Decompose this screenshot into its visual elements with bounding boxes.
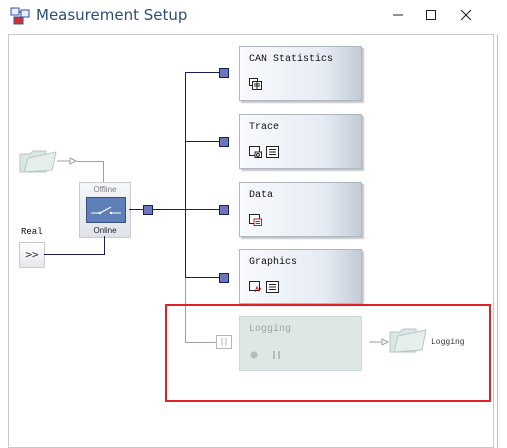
block-label: Data (249, 190, 274, 201)
graphics-config-icon[interactable] (266, 281, 279, 293)
can-statistics-port[interactable] (219, 68, 229, 78)
switch-icon (91, 206, 121, 215)
switch-output-wire (129, 209, 144, 210)
bus-wire (153, 209, 185, 210)
maximize-icon[interactable] (419, 4, 443, 26)
close-icon[interactable] (454, 4, 478, 26)
minimize-icon[interactable] (386, 4, 410, 26)
graphics-block[interactable]: Graphics (239, 249, 362, 304)
data-wire (185, 209, 219, 210)
block-label: Graphics (249, 257, 298, 268)
block-label: CAN Statistics (249, 54, 334, 65)
graphics-wire (185, 277, 219, 278)
offline-label: Offline (93, 185, 117, 194)
real-label: Real (21, 227, 43, 237)
online-label: Online (93, 226, 117, 235)
trace-port[interactable] (219, 137, 229, 147)
graphics-port[interactable] (219, 273, 229, 283)
data-block[interactable]: Data (239, 182, 362, 237)
data-window-icon[interactable] (249, 214, 262, 226)
statistics-window-icon[interactable] (249, 78, 262, 90)
offline-wire-vertical (103, 161, 104, 182)
window-title: Measurement Setup (36, 6, 188, 24)
can-statistics-block[interactable]: CAN Statistics (239, 46, 362, 101)
can-statistics-wire (185, 72, 219, 73)
real-wire-vertical (104, 236, 105, 255)
online-offline-switch[interactable]: Offline Online (79, 182, 131, 238)
offline-wire (77, 161, 103, 162)
block-label: Trace (249, 122, 280, 133)
title-bar: Measurement Setup (0, 0, 507, 32)
trace-config-icon[interactable] (266, 146, 279, 158)
measurement-setup-icon (10, 7, 30, 25)
real-source-button[interactable]: >> (19, 242, 45, 268)
trace-window-icon[interactable] (249, 146, 262, 158)
bus-vertical-wire (185, 72, 186, 277)
offline-folder-icon[interactable] (18, 144, 58, 174)
offline-arrow-icon (57, 157, 78, 165)
switch-graphic (86, 197, 126, 223)
selection-highlight (165, 304, 491, 402)
trace-wire (185, 141, 219, 142)
switch-output-port[interactable] (143, 205, 153, 215)
data-port[interactable] (219, 205, 229, 215)
trace-block[interactable]: Trace (239, 114, 362, 169)
graphics-window-icon[interactable] (249, 281, 262, 293)
real-wire (44, 254, 104, 255)
window-right-border (497, 34, 498, 448)
